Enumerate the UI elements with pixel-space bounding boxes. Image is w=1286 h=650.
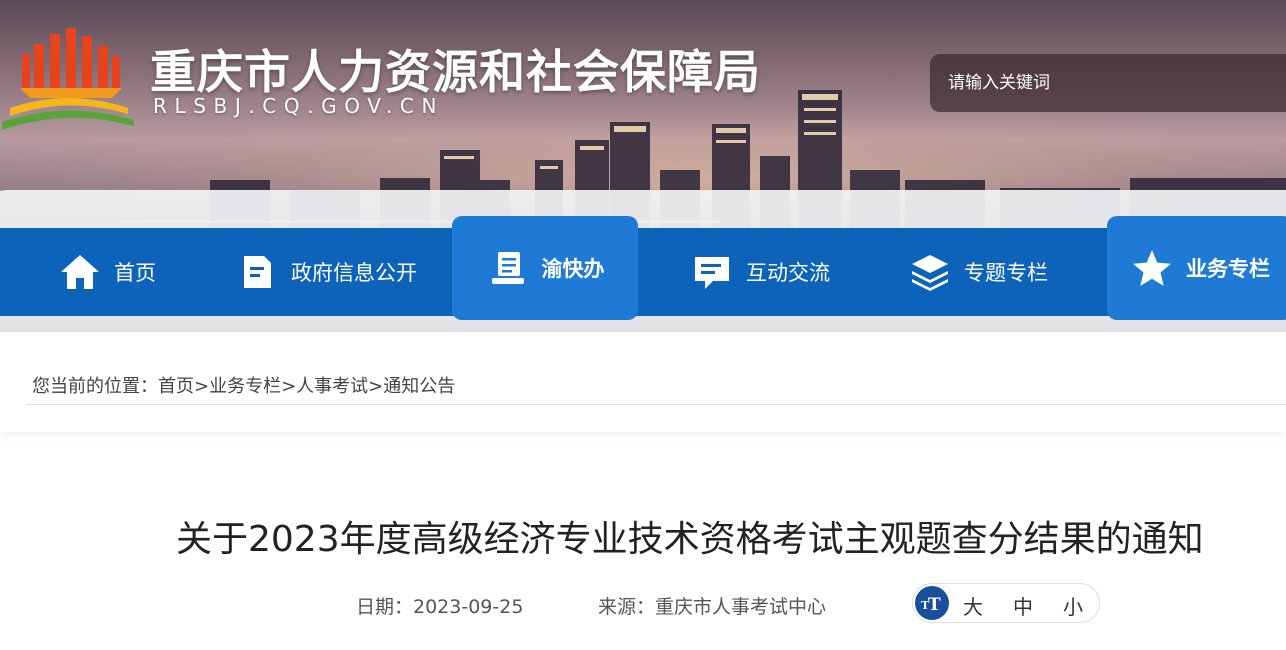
document-icon [235,250,279,294]
nav-item-yukuaiban[interactable]: 渝快办 [452,216,638,320]
nav-item-gov-info[interactable]: 政府信息公开 [235,228,417,316]
text-size-icon: TT [915,586,949,620]
divider [26,404,1286,405]
nav-item-business[interactable]: 业务专栏 [1107,216,1286,320]
nav-item-label: 政府信息公开 [291,261,417,285]
svg-text:T: T [928,595,941,612]
nav-item-home[interactable]: 首页 [58,228,156,316]
search-input[interactable] [930,54,1286,112]
nav-item-label: 业务专栏 [1186,257,1270,281]
nav-item-topics[interactable]: 专题专栏 [908,228,1048,316]
site-title: 重庆市人力资源和社会保障局 [150,45,761,99]
article-source: 来源：重庆市人事考试中心 [598,596,827,618]
star-icon [1130,246,1174,290]
article-title: 关于2023年度高级经济专业技术资格考试主观题查分结果的通知 [176,519,1204,560]
font-size-medium-button[interactable]: 中 [1013,591,1033,620]
nav-item-label: 专题专栏 [964,261,1048,285]
nav-item-label: 首页 [114,261,156,285]
layers-icon [908,250,952,294]
font-size-large-button[interactable]: 大 [963,591,983,620]
service-desk-icon [486,246,530,290]
breadcrumb: 您当前的位置：首页>业务专栏>人事考试>通知公告 [32,376,456,397]
site-domain: RLSBJ.CQ.GOV.CN [153,94,445,118]
nav-item-label: 渝快办 [541,257,605,281]
home-icon [58,250,102,294]
article-date: 日期：2023-09-25 [356,596,524,618]
chat-icon [690,250,734,294]
main-nav-bar [0,228,1286,316]
nav-item-interaction[interactable]: 互动交流 [690,228,830,316]
government-building-logo-icon [2,28,134,130]
nav-item-label: 互动交流 [746,261,830,285]
font-size-small-button[interactable]: 小 [1063,591,1083,620]
